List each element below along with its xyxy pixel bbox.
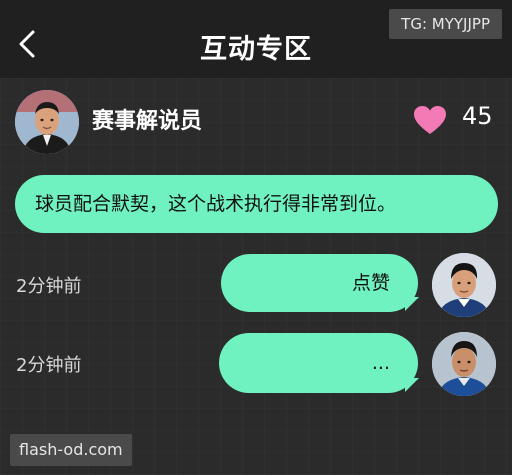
- like-button[interactable]: [410, 102, 450, 138]
- comment-bubble: 球员配合默契，这个战术执行得非常到位。: [15, 175, 498, 233]
- heart-icon: [414, 106, 446, 134]
- reply-bubble: 点赞: [221, 254, 418, 312]
- reply-bubble: ...: [219, 333, 418, 393]
- watermark-top: TG: MYYJJPP: [389, 9, 502, 39]
- reply-avatar[interactable]: [432, 332, 496, 396]
- like-count: 45: [462, 102, 493, 130]
- watermark-bottom: flash-od.com: [10, 434, 132, 466]
- commenter-avatar[interactable]: [15, 90, 79, 154]
- reply-timestamp: 2分钟前: [16, 355, 82, 376]
- reply-bubble-tail: [405, 378, 419, 392]
- reply-bubble-tail: [405, 297, 419, 311]
- commenter-name: 赛事解说员: [92, 109, 203, 134]
- reply-avatar[interactable]: [432, 253, 496, 317]
- reply-timestamp: 2分钟前: [16, 276, 82, 297]
